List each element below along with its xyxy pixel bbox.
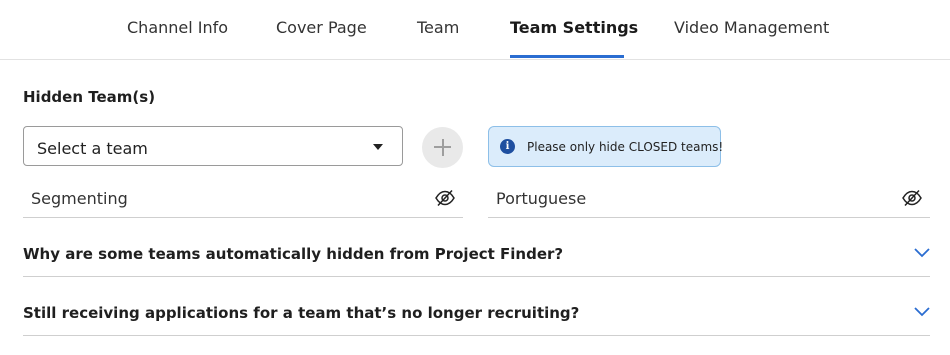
hidden-team-name: Portuguese bbox=[496, 189, 587, 208]
chevron-down-icon[interactable] bbox=[914, 248, 930, 258]
notice-text: Please only hide CLOSED teams! bbox=[527, 140, 724, 154]
tab-bar: Channel Info Cover Page Team Team Settin… bbox=[0, 0, 950, 60]
hidden-team-row: Segmenting bbox=[23, 180, 463, 218]
hidden-teams-heading: Hidden Team(s) bbox=[23, 88, 156, 106]
info-icon: i bbox=[500, 139, 515, 154]
eye-slash-icon[interactable] bbox=[435, 189, 455, 207]
eye-slash-icon[interactable] bbox=[902, 189, 922, 207]
add-team-button[interactable] bbox=[422, 127, 463, 168]
tab-channel-info[interactable]: Channel Info bbox=[127, 18, 228, 37]
tab-cover-page[interactable]: Cover Page bbox=[276, 18, 367, 37]
hidden-team-name: Segmenting bbox=[31, 189, 128, 208]
chevron-down-icon[interactable] bbox=[914, 307, 930, 317]
tab-team[interactable]: Team bbox=[417, 18, 459, 37]
faq-question: Why are some teams automatically hidden … bbox=[23, 245, 564, 263]
faq-auto-hidden-teams[interactable]: Why are some teams automatically hidden … bbox=[23, 235, 930, 277]
hidden-team-row: Portuguese bbox=[488, 180, 930, 218]
caret-down-icon bbox=[373, 144, 383, 150]
team-select-value: Select a team bbox=[37, 139, 148, 158]
team-select[interactable]: Select a team bbox=[23, 126, 403, 166]
faq-still-receiving-applications[interactable]: Still receiving applications for a team … bbox=[23, 294, 930, 336]
hide-closed-notice: i Please only hide CLOSED teams! bbox=[488, 126, 724, 167]
faq-question: Still receiving applications for a team … bbox=[23, 304, 580, 322]
tab-video-management[interactable]: Video Management bbox=[674, 18, 829, 37]
tab-team-settings[interactable]: Team Settings bbox=[510, 18, 638, 37]
active-tab-indicator bbox=[510, 55, 624, 58]
